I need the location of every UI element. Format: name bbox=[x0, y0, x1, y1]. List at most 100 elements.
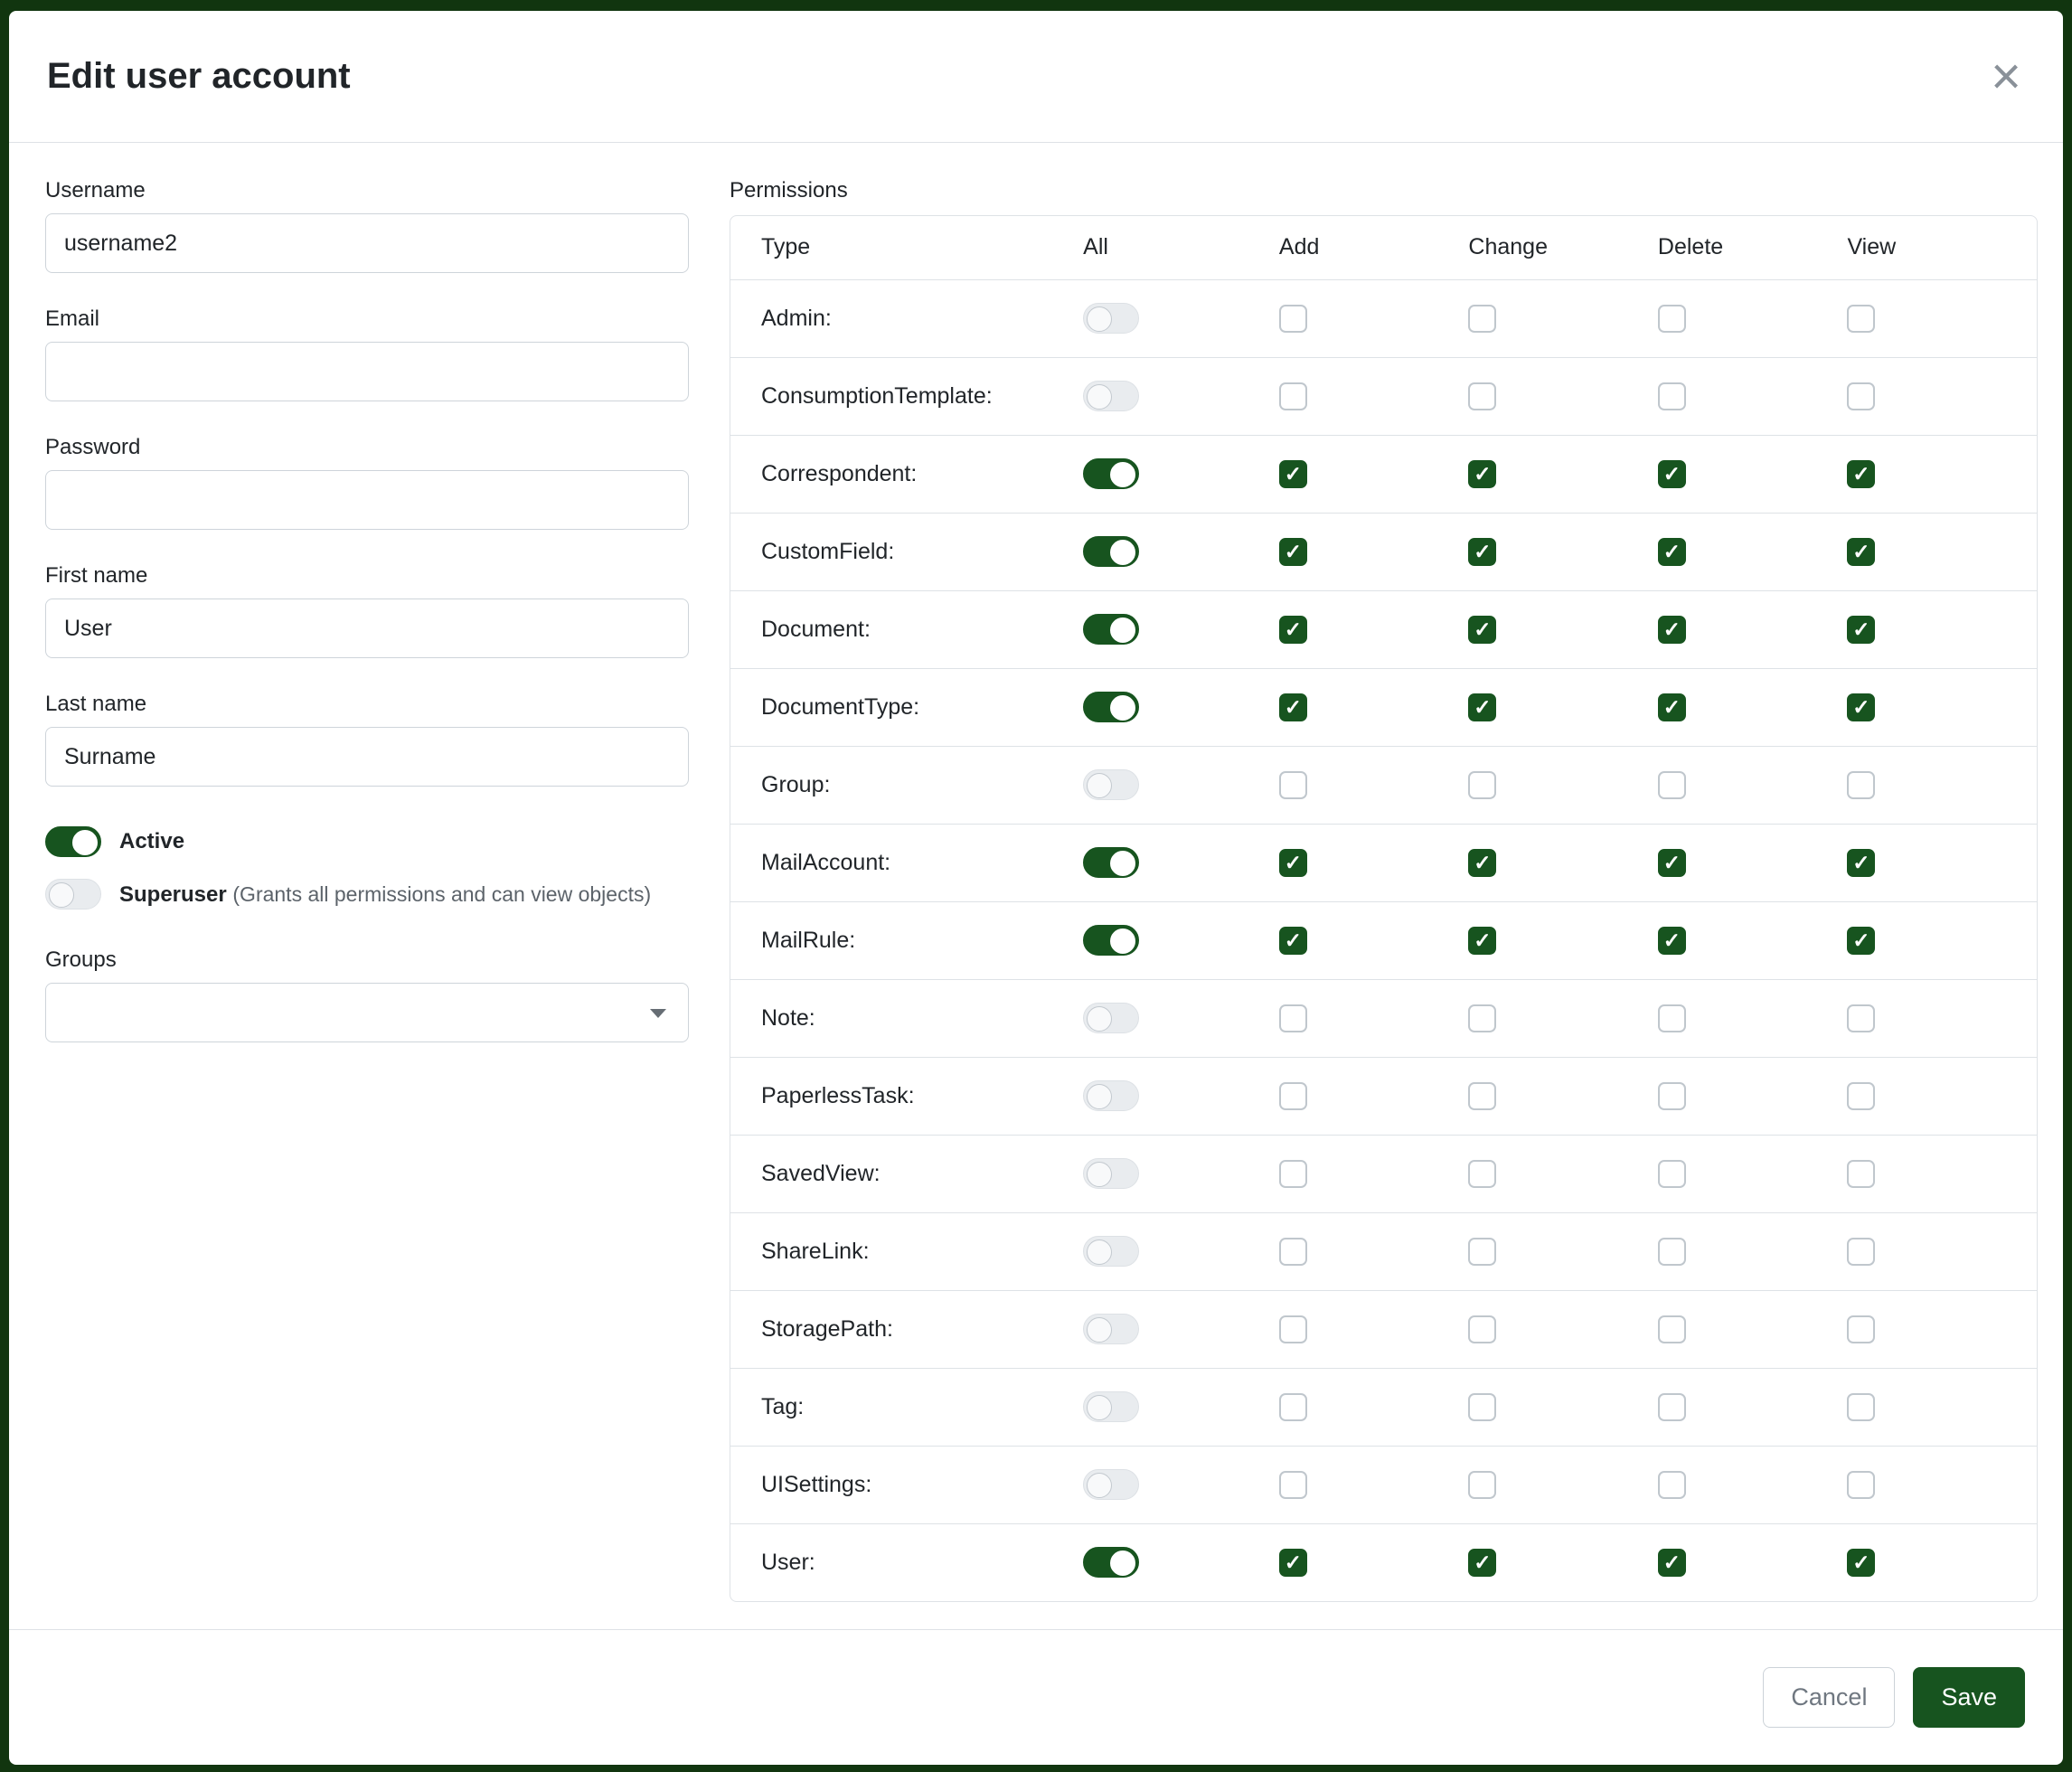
permission-add-checkbox[interactable] bbox=[1279, 849, 1307, 877]
superuser-toggle[interactable] bbox=[45, 879, 101, 910]
permission-view-checkbox[interactable] bbox=[1847, 305, 1875, 333]
permission-delete-checkbox[interactable] bbox=[1658, 1471, 1686, 1499]
permission-row: Document: bbox=[730, 590, 2037, 668]
permission-delete-checkbox[interactable] bbox=[1658, 1160, 1686, 1188]
permission-change-checkbox[interactable] bbox=[1468, 771, 1496, 799]
permission-view-checkbox[interactable] bbox=[1847, 538, 1875, 566]
permission-all-toggle[interactable] bbox=[1083, 303, 1139, 334]
permission-delete-checkbox[interactable] bbox=[1658, 382, 1686, 410]
password-input[interactable] bbox=[45, 470, 689, 530]
permission-change-checkbox[interactable] bbox=[1468, 693, 1496, 721]
permission-all-toggle[interactable] bbox=[1083, 458, 1139, 489]
last-name-input[interactable] bbox=[45, 727, 689, 787]
permission-all-toggle[interactable] bbox=[1083, 847, 1139, 878]
permission-view-checkbox[interactable] bbox=[1847, 1315, 1875, 1343]
permission-view-checkbox[interactable] bbox=[1847, 693, 1875, 721]
permission-delete-checkbox[interactable] bbox=[1658, 1082, 1686, 1110]
permission-add-checkbox[interactable] bbox=[1279, 1549, 1307, 1577]
permission-view-checkbox[interactable] bbox=[1847, 1004, 1875, 1032]
permission-delete-checkbox[interactable] bbox=[1658, 927, 1686, 955]
permission-all-toggle[interactable] bbox=[1083, 925, 1139, 956]
permission-all-toggle[interactable] bbox=[1083, 614, 1139, 645]
permission-change-checkbox[interactable] bbox=[1468, 538, 1496, 566]
permission-delete-checkbox[interactable] bbox=[1658, 305, 1686, 333]
permission-view-checkbox[interactable] bbox=[1847, 382, 1875, 410]
permission-all-toggle[interactable] bbox=[1083, 381, 1139, 411]
permission-all-toggle[interactable] bbox=[1083, 692, 1139, 722]
first-name-input[interactable] bbox=[45, 599, 689, 658]
permission-change-checkbox[interactable] bbox=[1468, 1004, 1496, 1032]
permission-change-checkbox[interactable] bbox=[1468, 1549, 1496, 1577]
groups-select[interactable] bbox=[45, 983, 689, 1042]
permission-view-checkbox[interactable] bbox=[1847, 849, 1875, 877]
permission-view-checkbox[interactable] bbox=[1847, 1160, 1875, 1188]
permission-add-checkbox[interactable] bbox=[1279, 1160, 1307, 1188]
permission-view-checkbox[interactable] bbox=[1847, 616, 1875, 644]
permission-all-toggle[interactable] bbox=[1083, 1469, 1139, 1500]
permission-view-checkbox[interactable] bbox=[1847, 927, 1875, 955]
permissions-header-row: Type All Add Change Delete View bbox=[730, 216, 2037, 279]
permission-change-checkbox[interactable] bbox=[1468, 1471, 1496, 1499]
column-header-view: View bbox=[1847, 216, 2037, 279]
permission-add-checkbox[interactable] bbox=[1279, 538, 1307, 566]
permission-change-checkbox[interactable] bbox=[1468, 1082, 1496, 1110]
permission-view-checkbox[interactable] bbox=[1847, 1471, 1875, 1499]
permission-add-checkbox[interactable] bbox=[1279, 616, 1307, 644]
close-icon[interactable]: × bbox=[1987, 51, 2025, 103]
permission-all-toggle[interactable] bbox=[1083, 1158, 1139, 1189]
permission-add-checkbox[interactable] bbox=[1279, 1471, 1307, 1499]
permission-view-checkbox[interactable] bbox=[1847, 1549, 1875, 1577]
permission-add-checkbox[interactable] bbox=[1279, 1393, 1307, 1421]
permission-change-checkbox[interactable] bbox=[1468, 1160, 1496, 1188]
permission-add-checkbox[interactable] bbox=[1279, 382, 1307, 410]
permission-change-checkbox[interactable] bbox=[1468, 460, 1496, 488]
permission-all-toggle[interactable] bbox=[1083, 536, 1139, 567]
permission-change-checkbox[interactable] bbox=[1468, 382, 1496, 410]
permission-delete-checkbox[interactable] bbox=[1658, 616, 1686, 644]
permission-change-checkbox[interactable] bbox=[1468, 616, 1496, 644]
permission-delete-checkbox[interactable] bbox=[1658, 693, 1686, 721]
permission-change-checkbox[interactable] bbox=[1468, 1238, 1496, 1266]
permission-delete-checkbox[interactable] bbox=[1658, 1549, 1686, 1577]
permission-view-checkbox[interactable] bbox=[1847, 1082, 1875, 1110]
permission-view-checkbox[interactable] bbox=[1847, 460, 1875, 488]
permission-change-checkbox[interactable] bbox=[1468, 927, 1496, 955]
permission-delete-checkbox[interactable] bbox=[1658, 1315, 1686, 1343]
permission-delete-checkbox[interactable] bbox=[1658, 849, 1686, 877]
permission-view-checkbox[interactable] bbox=[1847, 1393, 1875, 1421]
save-button[interactable]: Save bbox=[1913, 1667, 2025, 1728]
permission-add-checkbox[interactable] bbox=[1279, 460, 1307, 488]
permission-change-checkbox[interactable] bbox=[1468, 849, 1496, 877]
username-input[interactable] bbox=[45, 213, 689, 273]
active-toggle[interactable] bbox=[45, 826, 101, 857]
cancel-button[interactable]: Cancel bbox=[1763, 1667, 1895, 1728]
permission-change-checkbox[interactable] bbox=[1468, 1315, 1496, 1343]
permission-all-toggle[interactable] bbox=[1083, 1236, 1139, 1267]
permission-change-checkbox[interactable] bbox=[1468, 305, 1496, 333]
permission-delete-checkbox[interactable] bbox=[1658, 460, 1686, 488]
permission-add-checkbox[interactable] bbox=[1279, 1004, 1307, 1032]
permission-all-toggle[interactable] bbox=[1083, 1314, 1139, 1344]
permission-add-checkbox[interactable] bbox=[1279, 693, 1307, 721]
permission-all-toggle[interactable] bbox=[1083, 1080, 1139, 1111]
permission-all-toggle[interactable] bbox=[1083, 1003, 1139, 1033]
permission-add-checkbox[interactable] bbox=[1279, 927, 1307, 955]
permission-delete-checkbox[interactable] bbox=[1658, 1393, 1686, 1421]
permission-add-checkbox[interactable] bbox=[1279, 1082, 1307, 1110]
permission-change-checkbox[interactable] bbox=[1468, 1393, 1496, 1421]
permission-row: Correspondent: bbox=[730, 435, 2037, 513]
permission-all-toggle[interactable] bbox=[1083, 769, 1139, 800]
permission-delete-checkbox[interactable] bbox=[1658, 1238, 1686, 1266]
permission-delete-checkbox[interactable] bbox=[1658, 538, 1686, 566]
email-input[interactable] bbox=[45, 342, 689, 401]
permission-add-checkbox[interactable] bbox=[1279, 1238, 1307, 1266]
permission-view-checkbox[interactable] bbox=[1847, 771, 1875, 799]
permission-delete-checkbox[interactable] bbox=[1658, 1004, 1686, 1032]
permission-delete-checkbox[interactable] bbox=[1658, 771, 1686, 799]
permission-view-checkbox[interactable] bbox=[1847, 1238, 1875, 1266]
permission-add-checkbox[interactable] bbox=[1279, 771, 1307, 799]
permission-all-toggle[interactable] bbox=[1083, 1547, 1139, 1578]
permission-add-checkbox[interactable] bbox=[1279, 305, 1307, 333]
permission-all-toggle[interactable] bbox=[1083, 1391, 1139, 1422]
permission-add-checkbox[interactable] bbox=[1279, 1315, 1307, 1343]
